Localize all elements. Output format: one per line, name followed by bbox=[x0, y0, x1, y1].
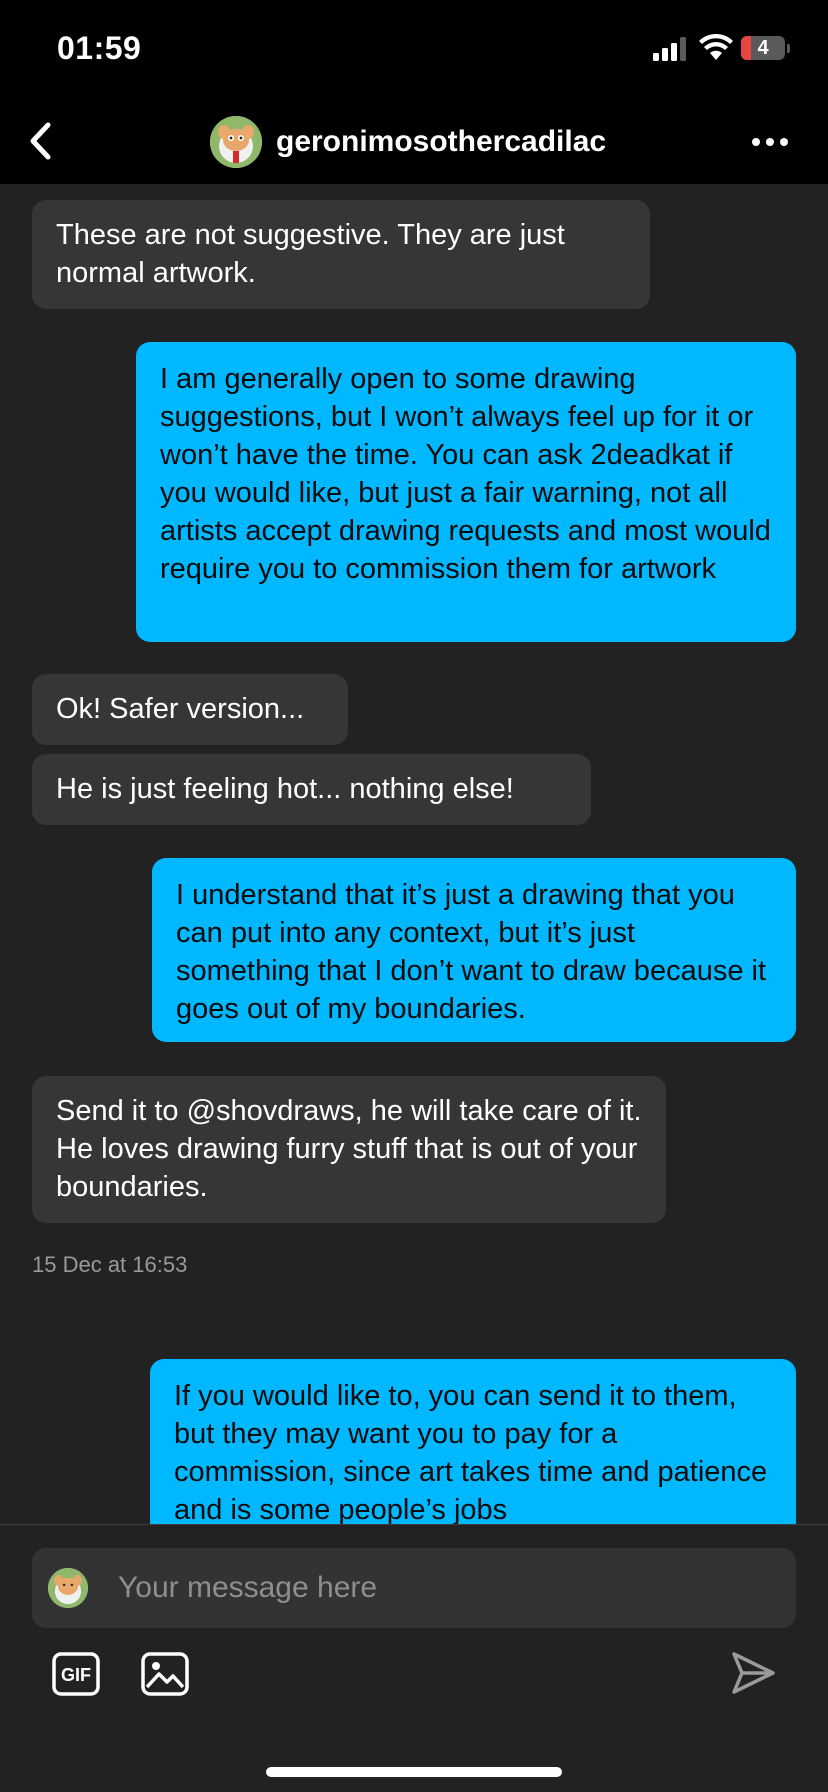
battery-icon: 4 bbox=[741, 36, 785, 60]
battery-indicator: 4 bbox=[741, 36, 790, 62]
conversation-header: geronimosothercadilac bbox=[0, 100, 828, 184]
mouse-character-icon bbox=[48, 1568, 88, 1608]
composer-divider bbox=[0, 1524, 828, 1525]
message-incoming[interactable]: Ok! Safer version... bbox=[32, 674, 348, 745]
message-input[interactable] bbox=[118, 1548, 778, 1628]
chevron-left-icon bbox=[30, 122, 51, 160]
avatar[interactable] bbox=[210, 116, 262, 168]
message-timestamp: 15 Dec at 16:53 bbox=[32, 1252, 188, 1277]
gif-icon[interactable]: GIF bbox=[52, 1652, 100, 1696]
message-outgoing[interactable]: I am generally open to some drawing sugg… bbox=[136, 342, 796, 642]
message-incoming[interactable]: He is just feeling hot... nothing else! bbox=[32, 754, 591, 825]
message-incoming[interactable]: These are not suggestive. They are just … bbox=[32, 200, 650, 309]
mouse-character-icon bbox=[210, 116, 262, 168]
gif-label: GIF bbox=[61, 1665, 91, 1685]
message-incoming[interactable]: Send it to @shovdraws, he will take care… bbox=[32, 1076, 666, 1223]
ellipsis-icon bbox=[752, 138, 788, 146]
status-bar: 01:59 4 bbox=[0, 0, 828, 100]
composer-avatar bbox=[48, 1568, 88, 1608]
wifi-icon bbox=[699, 34, 733, 60]
message-outgoing[interactable]: I understand that it’s just a drawing th… bbox=[152, 858, 796, 1042]
conversation-username[interactable]: geronimosothercadilac bbox=[276, 125, 606, 159]
message-list[interactable]: These are not suggestive. They are just … bbox=[0, 184, 828, 1524]
battery-cap bbox=[787, 44, 790, 53]
more-options-button[interactable] bbox=[746, 120, 794, 164]
message-outgoing[interactable]: If you would like to, you can send it to… bbox=[150, 1359, 796, 1524]
conversation-profile[interactable]: geronimosothercadilac bbox=[210, 114, 606, 170]
back-button[interactable] bbox=[18, 116, 64, 166]
image-icon[interactable] bbox=[141, 1652, 189, 1696]
battery-level: 4 bbox=[757, 37, 769, 59]
status-time: 01:59 bbox=[57, 30, 142, 66]
send-icon[interactable] bbox=[728, 1648, 778, 1698]
cellular-signal-icon bbox=[653, 37, 686, 61]
message-composer[interactable] bbox=[32, 1548, 796, 1628]
home-indicator[interactable] bbox=[266, 1767, 562, 1777]
